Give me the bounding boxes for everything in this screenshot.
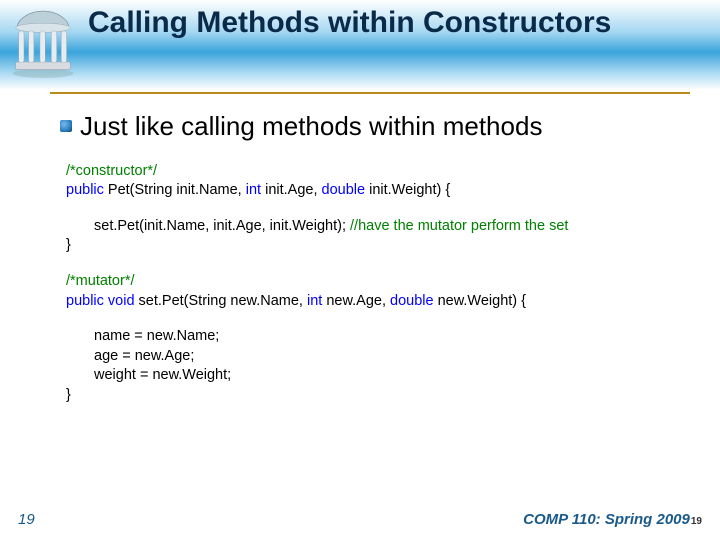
code-line: name = new.Name; bbox=[66, 327, 680, 347]
bullet-icon bbox=[60, 120, 72, 132]
slide-title: Calling Methods within Constructors bbox=[88, 6, 688, 41]
code-line: set.Pet(init.Name, init.Age, init.Weight… bbox=[66, 217, 680, 237]
code-comment: /*mutator*/ bbox=[66, 273, 135, 289]
code-comment: /*constructor*/ bbox=[66, 163, 157, 179]
bullet-text: Just like calling methods within methods bbox=[80, 110, 542, 144]
code-line: } bbox=[66, 386, 680, 406]
code-line: public Pet(String init.Name, int init.Ag… bbox=[66, 181, 680, 201]
code-line: public void set.Pet(String new.Name, int… bbox=[66, 292, 680, 312]
code-line: weight = new.Weight; bbox=[66, 366, 680, 386]
footer-page-small: 19 bbox=[691, 516, 702, 527]
code-block: /*constructor*/ public Pet(String init.N… bbox=[60, 162, 680, 406]
logo-icon bbox=[4, 4, 82, 82]
footer-slide-number: 19 bbox=[18, 511, 35, 528]
content-area: Just like calling methods within methods… bbox=[60, 110, 680, 405]
slide: Calling Methods within Constructors Just… bbox=[0, 0, 720, 540]
code-line: age = new.Age; bbox=[66, 347, 680, 367]
code-line: } bbox=[66, 236, 680, 256]
bullet-item: Just like calling methods within methods bbox=[60, 110, 680, 144]
footer-course: COMP 110: Spring 200919 bbox=[523, 511, 702, 528]
title-underline bbox=[50, 92, 690, 94]
